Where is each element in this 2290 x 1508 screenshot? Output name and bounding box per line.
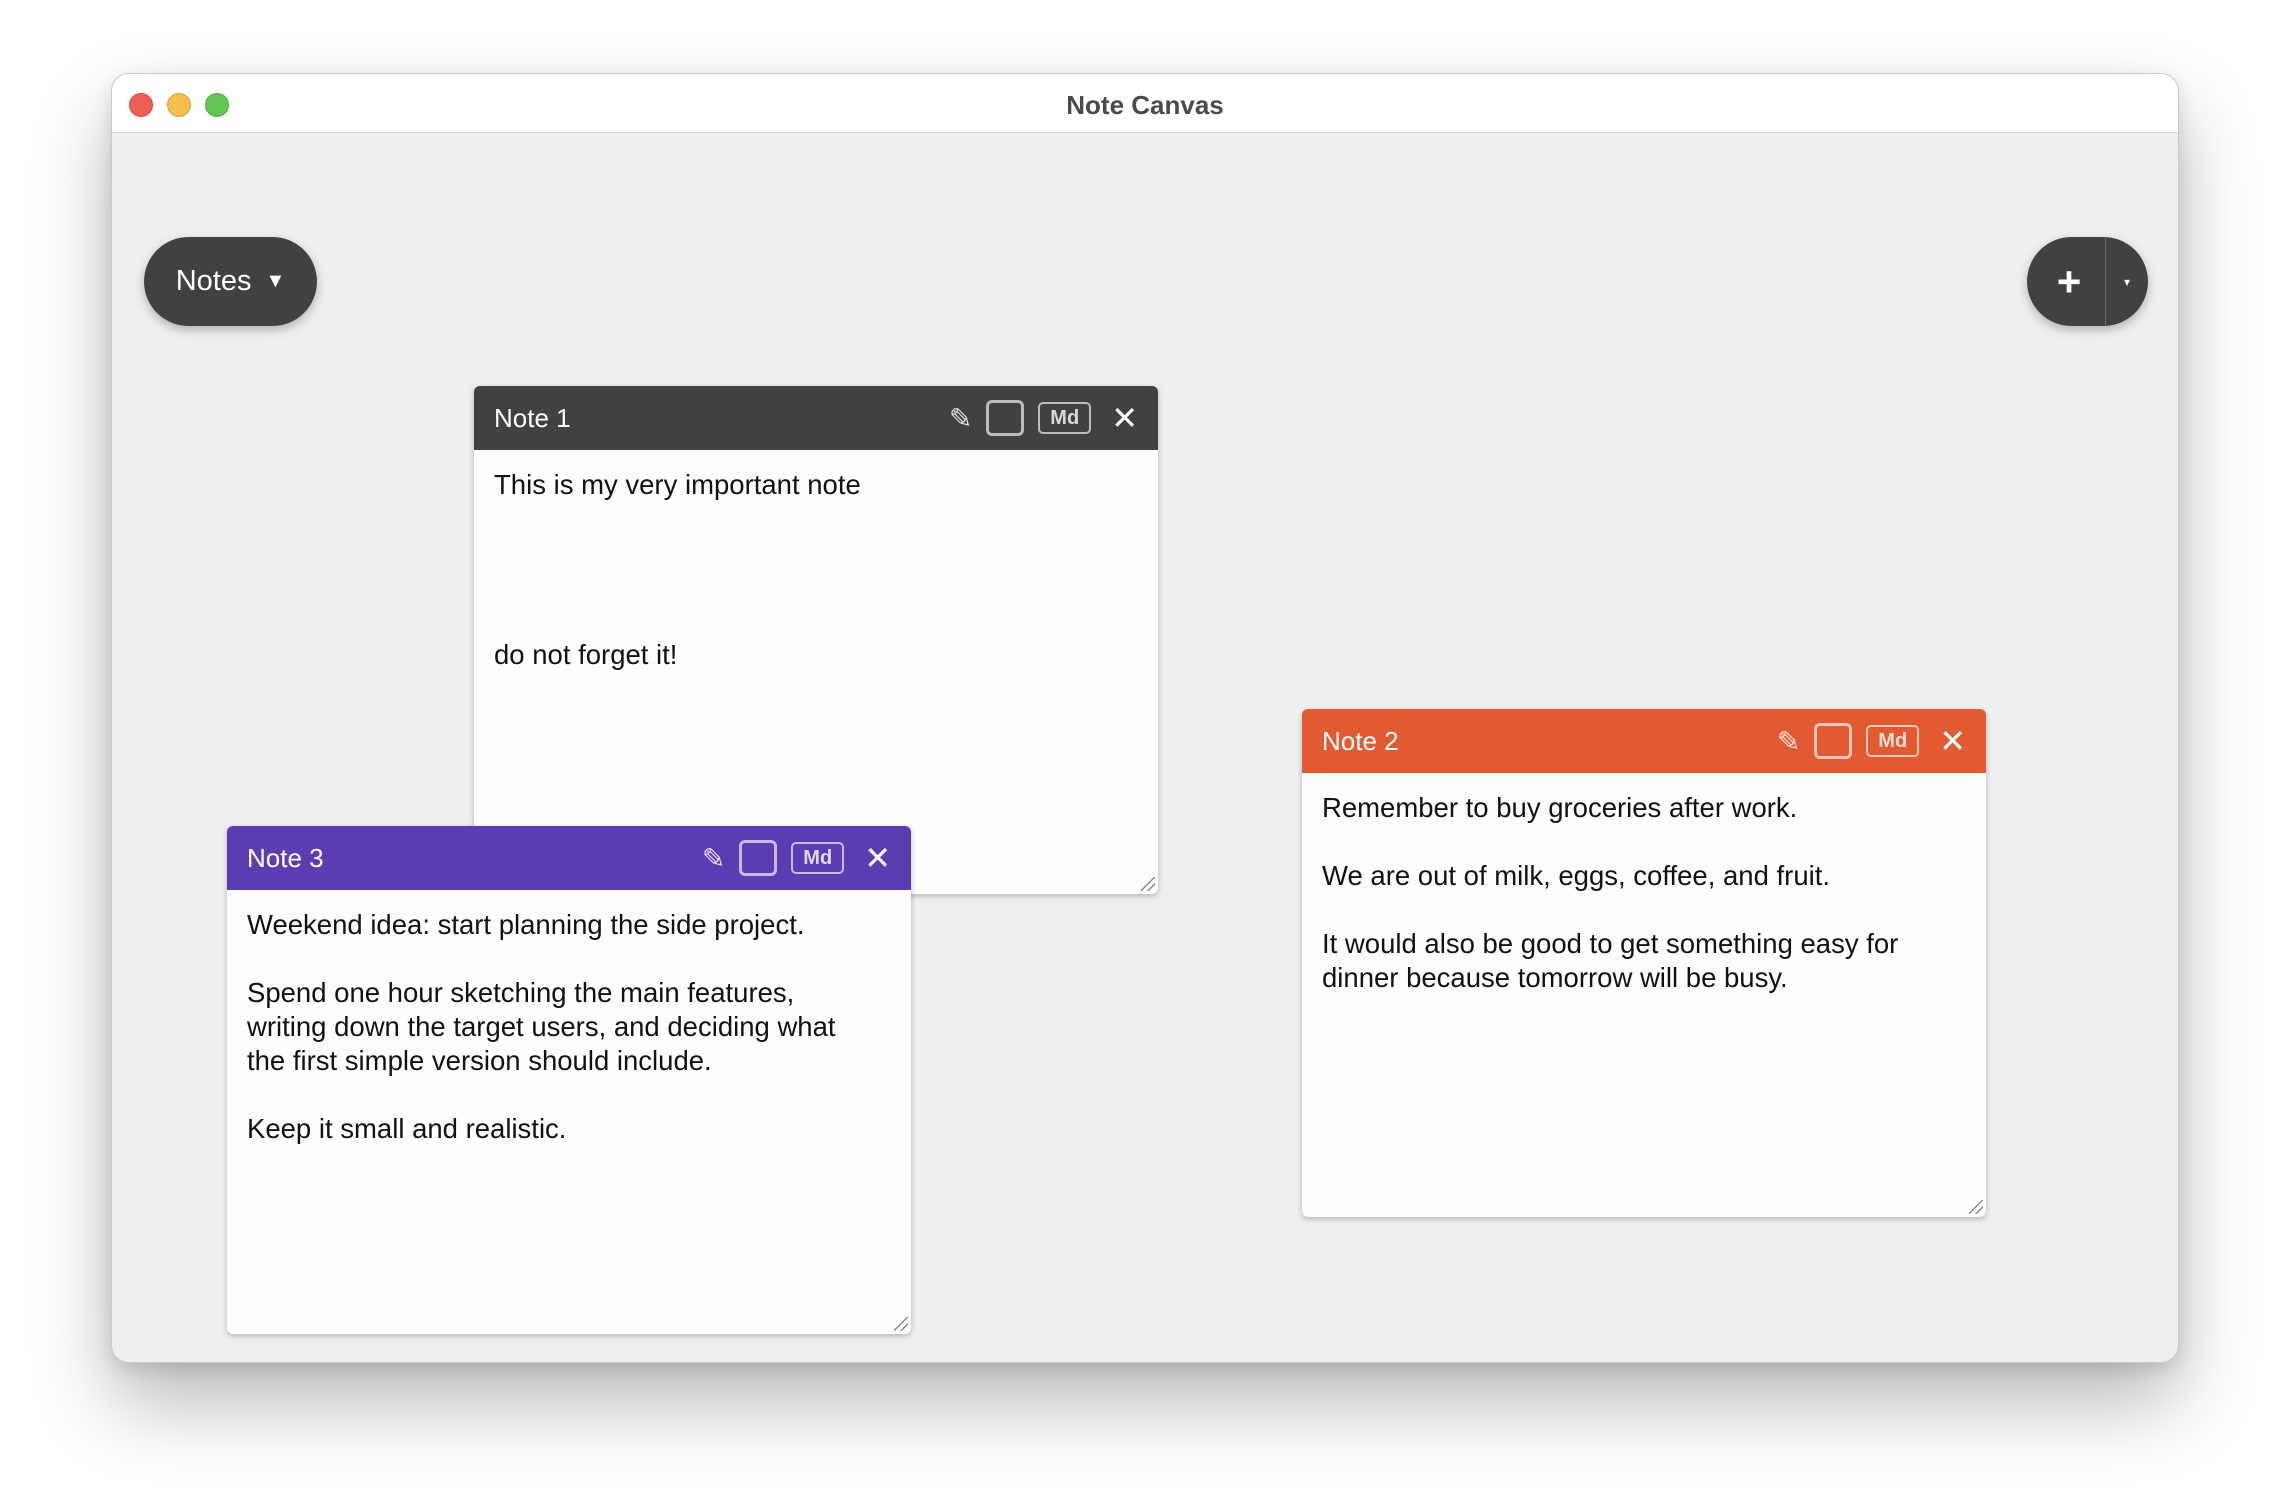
note-title: Note 1 xyxy=(494,402,571,433)
add-options-chevron-icon[interactable]: ▾ xyxy=(2106,237,2148,326)
note-title: Note 3 xyxy=(247,842,324,873)
note-body-text[interactable]: Remember to buy groceries after work. We… xyxy=(1302,773,1986,1013)
note-body-text[interactable]: This is my very important note do not fo… xyxy=(474,450,1158,690)
note-header[interactable]: Note 3 ✎ Md ✕ xyxy=(227,826,911,890)
window-title: Note Canvas xyxy=(1066,90,1224,120)
note-title: Note 2 xyxy=(1322,725,1399,756)
note-card[interactable]: Note 2 ✎ Md ✕ Remember to buy groceries … xyxy=(1302,709,1986,1217)
note-card[interactable]: Note 3 ✎ Md ✕ Weekend idea: start planni… xyxy=(227,826,911,1334)
markdown-toggle-button[interactable]: Md xyxy=(1866,725,1920,757)
note-header[interactable]: Note 1 ✎ Md ✕ xyxy=(474,386,1158,450)
add-note-split-button: + ▾ xyxy=(2027,237,2148,326)
notes-menu-button[interactable]: Notes ▼ xyxy=(144,237,317,326)
checkbox-toggle[interactable] xyxy=(1814,723,1853,759)
caret-down-icon: ▼ xyxy=(265,270,286,292)
checkbox-toggle[interactable] xyxy=(739,840,778,876)
pencil-icon[interactable]: ✎ xyxy=(949,402,972,435)
note-header[interactable]: Note 2 ✎ Md ✕ xyxy=(1302,709,1986,773)
notes-menu-label: Notes xyxy=(175,265,252,297)
checkbox-toggle[interactable] xyxy=(986,400,1025,436)
close-note-icon[interactable]: ✕ xyxy=(1111,399,1138,437)
close-note-icon[interactable]: ✕ xyxy=(864,839,891,877)
title-bar[interactable]: Note Canvas xyxy=(112,74,2178,133)
resize-handle-icon[interactable] xyxy=(894,1317,908,1331)
resize-handle-icon[interactable] xyxy=(1141,877,1155,891)
note-canvas[interactable]: Notes ▼ + ▾ Note 1 ✎ Md ✕ This is my ver… xyxy=(112,134,2178,1362)
pencil-icon[interactable]: ✎ xyxy=(702,842,725,875)
markdown-toggle-button[interactable]: Md xyxy=(1038,402,1092,434)
add-note-button[interactable]: + xyxy=(2027,237,2105,326)
note-body-text[interactable]: Weekend idea: start planning the side pr… xyxy=(227,890,911,1164)
pencil-icon[interactable]: ✎ xyxy=(1777,725,1800,758)
note-card[interactable]: Note 1 ✎ Md ✕ This is my very important … xyxy=(474,386,1158,894)
app-window: Note Canvas Notes ▼ + ▾ Note 1 ✎ Md ✕ Th… xyxy=(111,73,2179,1363)
close-note-icon[interactable]: ✕ xyxy=(1939,722,1966,760)
resize-handle-icon[interactable] xyxy=(1969,1200,1983,1214)
markdown-toggle-button[interactable]: Md xyxy=(791,842,845,874)
